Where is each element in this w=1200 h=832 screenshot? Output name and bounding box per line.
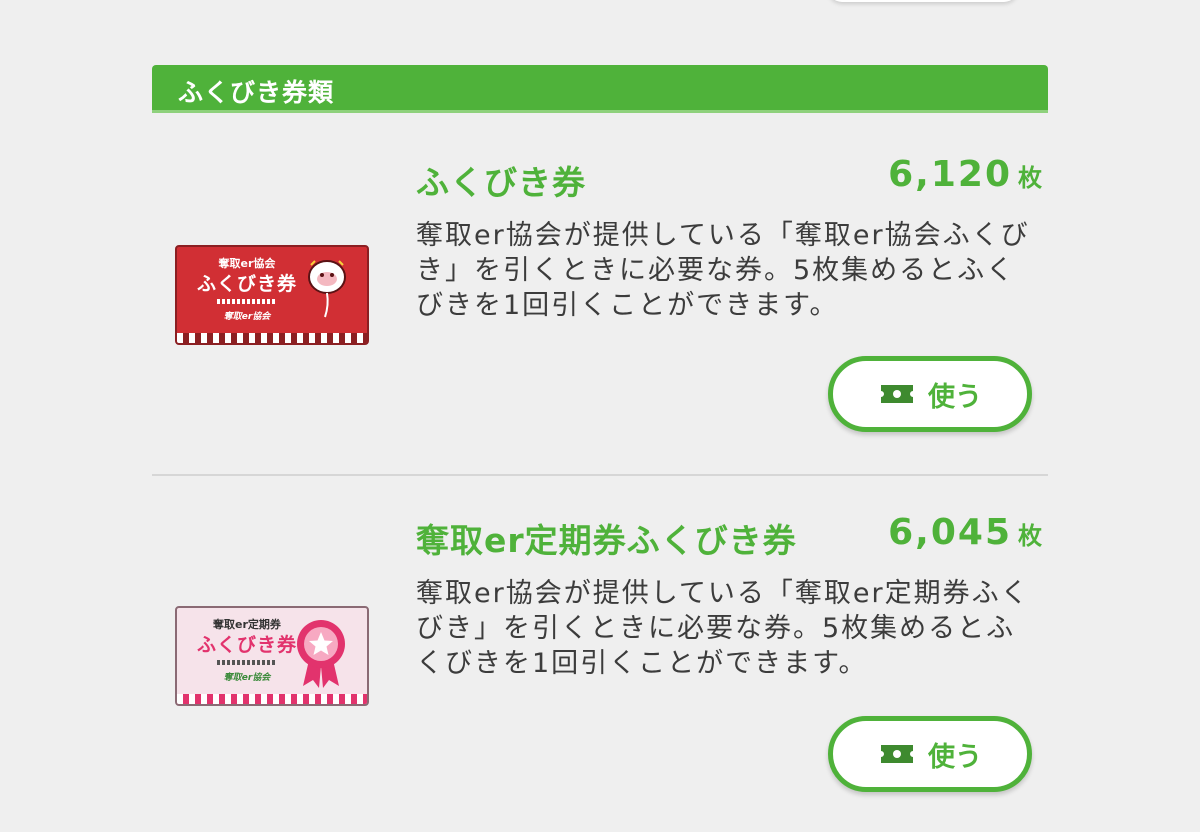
ticket-icon (881, 385, 913, 403)
use-button-label: 使う (928, 381, 982, 413)
item-count-unit: 枚 (1018, 164, 1042, 192)
item-name: 奪取er定期券ふくびき券 (416, 521, 797, 560)
ticket-footer-text: 奪取er協会 (223, 312, 271, 322)
ticket-icon (881, 745, 913, 763)
item-description: 奪取er協会が提供している「奪取er定期券ふくびき」を引くときに必要な券。5枚集… (416, 578, 1030, 679)
item-count: 6,120 枚 (888, 154, 1042, 195)
use-button-label: 使う (928, 741, 982, 773)
item-count: 6,045 枚 (888, 512, 1042, 553)
section-title: ふくびき券類 (178, 78, 335, 107)
item-description: 奪取er協会が提供している「奪取er協会ふくびき」を引くときに必要な券。5枚集め… (416, 220, 1030, 321)
use-button[interactable]: 使う (828, 356, 1032, 432)
ticket-checker-border (177, 694, 367, 704)
use-button[interactable]: 使う (828, 716, 1032, 792)
section-header: ふくびき券類 (152, 65, 1048, 113)
item-count-unit: 枚 (1018, 522, 1042, 550)
ticket-checker-border (177, 333, 367, 343)
ticket-code-bars (217, 660, 277, 665)
ticket-main-text: ふくびき券 (196, 634, 297, 656)
item-card: 奪取er協会 ふくびき券 奪取er協会 ふくびき券 6,120 枚 奪取er協会が… (152, 120, 1048, 474)
ticket-main-text: ふくびき券 (196, 273, 297, 295)
ticket-image: 奪取er協会 ふくびき券 奪取er協会 (175, 245, 369, 345)
ticket-code-bars (217, 299, 277, 304)
item-count-value: 6,045 (888, 512, 1012, 553)
item-name: ふくびき券 (416, 163, 586, 202)
star-badge-icon (297, 620, 345, 688)
item-card: 奪取er定期券 ふくびき券 奪取er協会 奪取er定期券ふくびき券 6,045 枚… (152, 478, 1048, 832)
item-divider (152, 474, 1048, 476)
item-count-value: 6,120 (888, 154, 1012, 195)
ticket-image: 奪取er定期券 ふくびき券 奪取er協会 (175, 606, 369, 706)
top-tab-edge (828, 0, 1018, 2)
ticket-footer-text: 奪取er協会 (223, 673, 271, 683)
mascot-icon (308, 260, 346, 318)
